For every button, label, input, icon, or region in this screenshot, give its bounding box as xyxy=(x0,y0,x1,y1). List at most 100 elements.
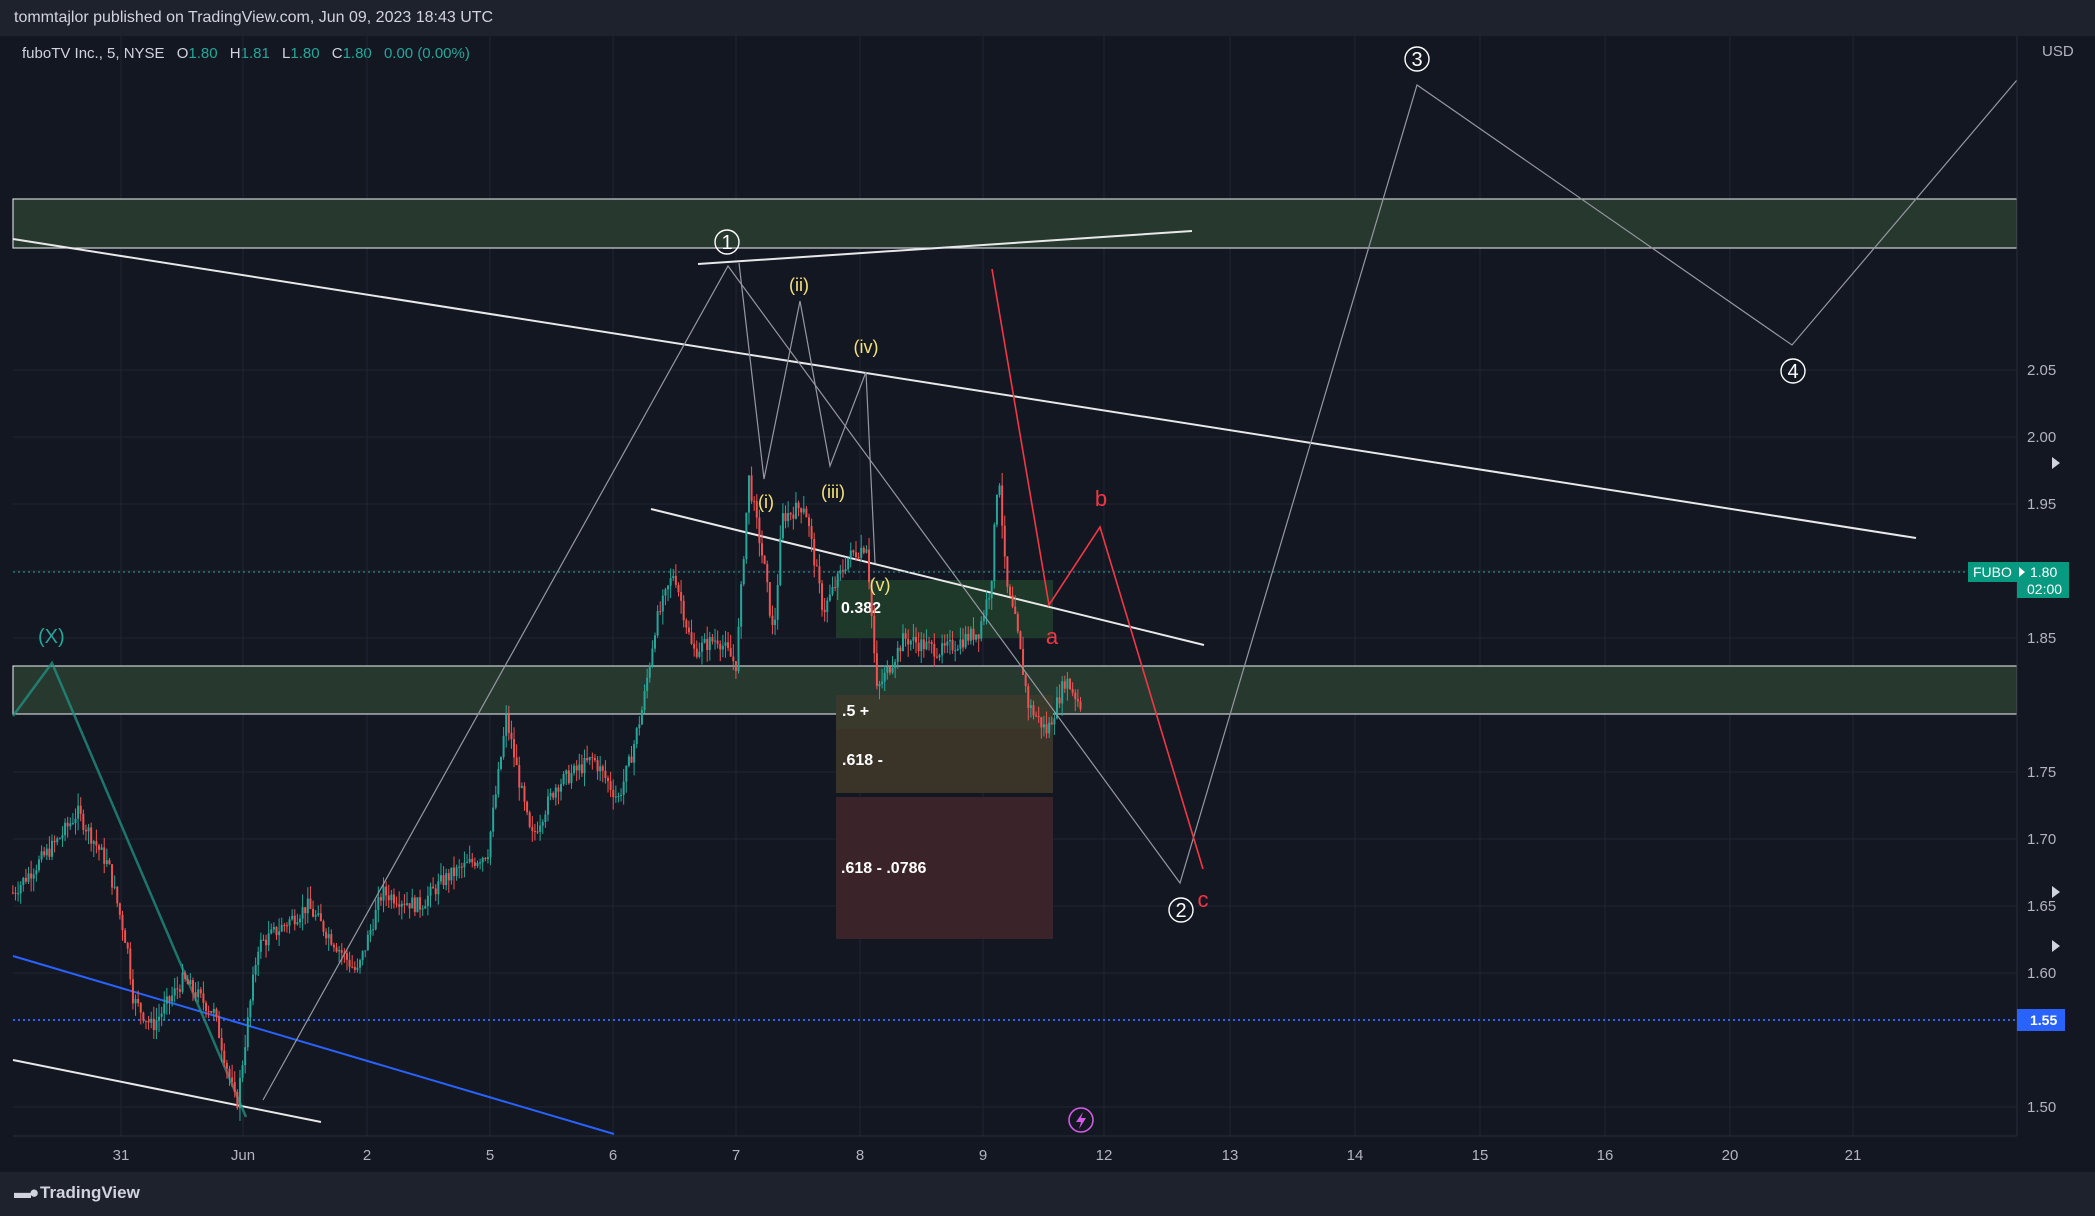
candle-body xyxy=(74,818,77,824)
wave-v-label: (v) xyxy=(870,575,891,595)
price-axis[interactable] xyxy=(2017,36,2095,1172)
candle-body xyxy=(137,998,140,1004)
candle-body xyxy=(562,773,565,785)
candle-body xyxy=(150,1018,153,1023)
candle-body xyxy=(476,862,479,866)
candle-body xyxy=(518,765,521,788)
candle-body xyxy=(278,931,281,936)
candle-body xyxy=(1079,701,1082,710)
x-tick-label: 12 xyxy=(1096,1147,1113,1164)
candle-body xyxy=(17,893,20,895)
candle-body xyxy=(332,944,335,948)
candle-body xyxy=(1066,678,1069,689)
candle-body xyxy=(502,735,505,758)
candle-body xyxy=(244,1047,247,1066)
candle-body xyxy=(862,547,865,553)
fib-zone-618: .618 - xyxy=(836,729,1053,793)
candle-body xyxy=(523,785,526,802)
candle-body xyxy=(886,666,889,673)
candle-body xyxy=(549,792,552,797)
candle-body xyxy=(53,840,56,843)
candle-body xyxy=(473,862,476,866)
candle-body xyxy=(24,877,27,882)
candle-body xyxy=(941,643,944,656)
candle-body xyxy=(103,847,106,864)
candle-body xyxy=(84,829,87,832)
candle-body xyxy=(653,635,656,649)
candle-body xyxy=(1074,692,1077,700)
candle-body xyxy=(319,913,322,922)
x-tick-label: 31 xyxy=(113,1147,130,1164)
currency-label: USD xyxy=(2042,43,2074,60)
candle-body xyxy=(197,989,200,998)
candle-body xyxy=(544,814,547,823)
candle-body xyxy=(753,501,756,503)
candle-body xyxy=(841,570,844,572)
candle-body xyxy=(787,513,790,522)
level-price-tag-155[interactable]: 1.55 xyxy=(2017,1009,2065,1031)
price-chart[interactable]: 0.382 .5 + .618 - .618 - .0786 (X) 1 2 3… xyxy=(0,36,2095,1172)
candle-body xyxy=(364,950,367,952)
candle-body xyxy=(317,913,320,915)
candle-body xyxy=(533,831,536,833)
tradingview-brand: TradingView xyxy=(40,1183,140,1202)
candle-body xyxy=(849,550,852,558)
lightning-icon[interactable] xyxy=(1068,1107,1094,1133)
candle-body xyxy=(732,656,735,662)
candle-body xyxy=(622,781,625,795)
candle-body xyxy=(954,650,957,652)
candle-body xyxy=(800,508,803,513)
candle-body xyxy=(659,611,662,613)
candle-body xyxy=(729,648,732,657)
candle-body xyxy=(285,925,288,927)
candle-body xyxy=(210,1011,213,1013)
candle-body xyxy=(573,765,576,774)
x-tick-label: 13 xyxy=(1222,1147,1239,1164)
candle-body xyxy=(612,789,615,798)
candle-body xyxy=(685,620,688,628)
candle-body xyxy=(667,585,670,590)
candle-body xyxy=(238,1077,241,1108)
candle-body xyxy=(275,926,278,936)
candle-body xyxy=(71,823,74,825)
candle-body xyxy=(964,634,967,648)
candle-body xyxy=(1016,614,1019,632)
candle-body xyxy=(479,862,482,864)
candle-body xyxy=(930,642,933,644)
tradingview-logo[interactable]: ▬● TradingView xyxy=(14,1183,140,1203)
candle-body xyxy=(774,619,777,626)
candle-body xyxy=(789,513,792,515)
upper-trendline[interactable] xyxy=(12,238,1917,539)
fubo-price-tag[interactable]: FUBO 1.80 02:00 xyxy=(1968,562,2069,598)
candle-body xyxy=(178,989,181,992)
candle-body xyxy=(56,838,59,843)
candle-body xyxy=(909,640,912,645)
candle-body xyxy=(231,1077,234,1083)
candle-body xyxy=(351,966,354,968)
candle-body xyxy=(643,691,646,711)
candle-body xyxy=(1069,678,1072,690)
candle-body xyxy=(1022,649,1025,675)
candle-body xyxy=(199,989,202,994)
candle-body xyxy=(270,929,273,934)
candle-body xyxy=(105,860,108,864)
candle-body xyxy=(959,639,962,649)
candle-body xyxy=(513,739,516,758)
candle-body xyxy=(993,524,996,582)
time-axis[interactable]: 31 Jun 2 5 6 7 8 9 12 13 14 15 16 20 21 xyxy=(113,1147,1862,1164)
candle-body xyxy=(617,796,620,798)
candle-body xyxy=(259,939,262,952)
candle-body xyxy=(111,864,114,888)
bottom-channel-line[interactable] xyxy=(12,1059,322,1123)
candle-body xyxy=(570,773,573,784)
svg-text:3: 3 xyxy=(1411,49,1422,71)
candle-body xyxy=(118,903,121,915)
candle-body xyxy=(826,600,829,613)
candle-body xyxy=(325,931,328,939)
candle-body xyxy=(938,655,941,658)
candle-body xyxy=(283,924,286,926)
candle-body xyxy=(539,825,542,832)
candle-body xyxy=(922,639,925,650)
wave-ii-label: (ii) xyxy=(789,275,809,295)
candle-body xyxy=(191,980,194,993)
